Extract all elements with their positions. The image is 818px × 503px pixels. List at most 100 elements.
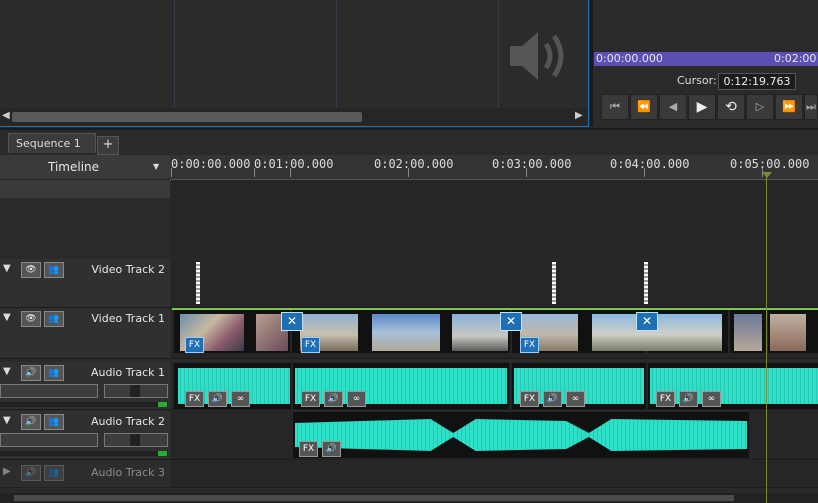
add-sequence-button[interactable]: + bbox=[97, 136, 119, 155]
playhead-handle-icon[interactable] bbox=[762, 172, 772, 178]
track-lane-video-2[interactable] bbox=[171, 259, 818, 308]
go-to-end-icon: ⏭ bbox=[806, 100, 816, 113]
track-header-video-1[interactable]: ▼ 👁 👥 Video Track 1 bbox=[0, 308, 170, 359]
timeline-scrollbar-thumb[interactable] bbox=[14, 495, 734, 501]
sequence-tab-bar bbox=[0, 128, 818, 157]
crossfade-icon[interactable]: ✕ bbox=[281, 312, 303, 331]
audio-level-led bbox=[158, 451, 167, 456]
expand-triangle-icon[interactable]: ▼ bbox=[3, 415, 11, 426]
volume-slider[interactable] bbox=[0, 384, 98, 398]
track-name: Video Track 2 bbox=[91, 263, 165, 276]
clip-speaker-icon[interactable]: 🔊 bbox=[543, 391, 562, 407]
track-header-audio-3[interactable]: ▶ 🔊 👥 Audio Track 3 bbox=[0, 461, 170, 488]
timeline-subheader bbox=[0, 180, 170, 198]
people-icon[interactable]: 👥 bbox=[44, 365, 64, 381]
audio-meter bbox=[0, 402, 168, 407]
link-icon[interactable]: ∞ bbox=[566, 391, 585, 407]
track-header-audio-2[interactable]: ▼ 🔊 👥 Audio Track 2 bbox=[0, 411, 170, 460]
audio-meter bbox=[0, 451, 168, 456]
step-forward-icon: ▷ bbox=[755, 100, 765, 113]
loop-button[interactable]: ⟲ bbox=[717, 94, 745, 120]
step-back-button[interactable]: ◀ bbox=[659, 94, 687, 120]
pan-slider-knob[interactable] bbox=[130, 434, 140, 446]
clip-thumbnail bbox=[372, 314, 440, 351]
track-marker[interactable] bbox=[644, 262, 648, 304]
audio-waveform bbox=[650, 368, 818, 404]
people-icon[interactable]: 👥 bbox=[44, 414, 64, 430]
speaker-icon[interactable]: 🔊 bbox=[21, 414, 41, 430]
people-icon[interactable]: 👥 bbox=[44, 465, 64, 481]
clip-speaker-icon[interactable]: 🔊 bbox=[324, 391, 343, 407]
crossfade-icon[interactable]: ✕ bbox=[500, 312, 522, 331]
video-fx-button[interactable]: FX bbox=[185, 337, 204, 353]
playhead-line[interactable] bbox=[766, 175, 767, 503]
timeline-empty-area bbox=[171, 180, 818, 258]
speaker-icon[interactable]: 🔊 bbox=[21, 465, 41, 481]
next-frame-icon: ⏩ bbox=[782, 100, 796, 113]
expand-triangle-icon[interactable]: ▼ bbox=[3, 263, 11, 274]
go-to-start-icon: ⏮ bbox=[610, 100, 620, 113]
play-button[interactable]: ▶ bbox=[688, 94, 716, 120]
video-fx-button[interactable]: FX bbox=[301, 337, 320, 353]
ruler-tick-label: 0:01:00.000 bbox=[254, 157, 334, 171]
step-back-icon: ◀ bbox=[668, 100, 678, 113]
cursor-time-field[interactable]: 0:12:19.763 bbox=[718, 73, 796, 90]
audio-fx-button[interactable]: FX bbox=[301, 391, 320, 407]
track-name: Audio Track 2 bbox=[90, 415, 165, 428]
scroll-right-arrow-icon[interactable]: ▶ bbox=[575, 110, 583, 121]
link-icon[interactable]: ∞ bbox=[347, 391, 366, 407]
audio-fx-button[interactable]: FX bbox=[299, 441, 318, 457]
track-header-audio-1[interactable]: ▼ 🔊 👥 Audio Track 1 bbox=[0, 362, 170, 410]
people-icon[interactable]: 👥 bbox=[44, 311, 64, 327]
preview-end-time: 0:02:00 bbox=[774, 52, 817, 65]
bin-scrollbar-thumb[interactable] bbox=[12, 112, 362, 122]
track-marker[interactable] bbox=[196, 262, 200, 304]
clip-thumbnail bbox=[734, 314, 762, 351]
scroll-left-arrow-icon[interactable]: ◀ bbox=[2, 110, 10, 121]
cursor-label: Cursor: bbox=[677, 74, 717, 87]
clip-speaker-icon[interactable]: 🔊 bbox=[679, 391, 698, 407]
step-forward-button[interactable]: ▷ bbox=[746, 94, 774, 120]
preview-start-time: 0:00:00.000 bbox=[596, 52, 663, 65]
link-icon[interactable]: ∞ bbox=[231, 391, 250, 407]
previous-frame-button[interactable]: ⏪ bbox=[630, 94, 658, 120]
expand-triangle-icon[interactable]: ▼ bbox=[3, 366, 11, 377]
eye-icon[interactable]: 👁 bbox=[21, 311, 41, 327]
timeline-header[interactable]: Timeline ▼ bbox=[0, 155, 170, 180]
track-name: Audio Track 1 bbox=[90, 366, 165, 379]
bin-column-divider bbox=[498, 0, 499, 108]
eye-icon[interactable]: 👁 bbox=[21, 262, 41, 278]
people-icon[interactable]: 👥 bbox=[44, 262, 64, 278]
expand-triangle-icon[interactable]: ▼ bbox=[3, 312, 11, 323]
ruler-tick bbox=[290, 168, 291, 177]
chevron-down-icon[interactable]: ▼ bbox=[153, 162, 159, 171]
track-marker[interactable] bbox=[552, 262, 556, 304]
audio-fx-button[interactable]: FX bbox=[185, 391, 204, 407]
ruler-tick-label: 0:02:00.000 bbox=[374, 157, 454, 171]
bin-column-divider bbox=[174, 0, 175, 108]
audio-fx-button[interactable]: FX bbox=[520, 391, 539, 407]
audio-fx-button[interactable]: FX bbox=[656, 391, 675, 407]
tab-sequence-1[interactable]: Sequence 1 ✕ bbox=[8, 133, 96, 170]
timeline-ruler[interactable]: 0:00:00.000 0:01:00.000 0:02:00.000 0:03… bbox=[170, 155, 818, 181]
go-to-end-button[interactable]: ⏭ bbox=[804, 94, 818, 120]
clip-speaker-icon[interactable]: 🔊 bbox=[322, 441, 341, 457]
speaker-volume-icon bbox=[510, 32, 564, 80]
track-name: Video Track 1 bbox=[91, 312, 165, 325]
next-frame-button[interactable]: ⏩ bbox=[775, 94, 803, 120]
speaker-icon[interactable]: 🔊 bbox=[21, 365, 41, 381]
volume-slider[interactable] bbox=[0, 433, 98, 447]
track-name: Audio Track 3 bbox=[90, 466, 165, 479]
clip-speaker-icon[interactable]: 🔊 bbox=[208, 391, 227, 407]
video-fx-button[interactable]: FX bbox=[520, 337, 539, 353]
ruler-tick bbox=[644, 168, 645, 177]
go-to-start-button[interactable]: ⏮ bbox=[601, 94, 629, 120]
expand-triangle-icon[interactable]: ▶ bbox=[3, 466, 11, 477]
link-icon[interactable]: ∞ bbox=[702, 391, 721, 407]
track-lane-audio-3[interactable] bbox=[171, 461, 818, 488]
track-header-video-2[interactable]: ▼ 👁 👥 Video Track 2 bbox=[0, 259, 170, 308]
crossfade-icon[interactable]: ✕ bbox=[636, 312, 658, 331]
ruler-tick-label: 0:00:00.000 bbox=[171, 157, 251, 171]
previous-frame-icon: ⏪ bbox=[637, 100, 651, 113]
pan-slider-knob[interactable] bbox=[130, 385, 140, 397]
